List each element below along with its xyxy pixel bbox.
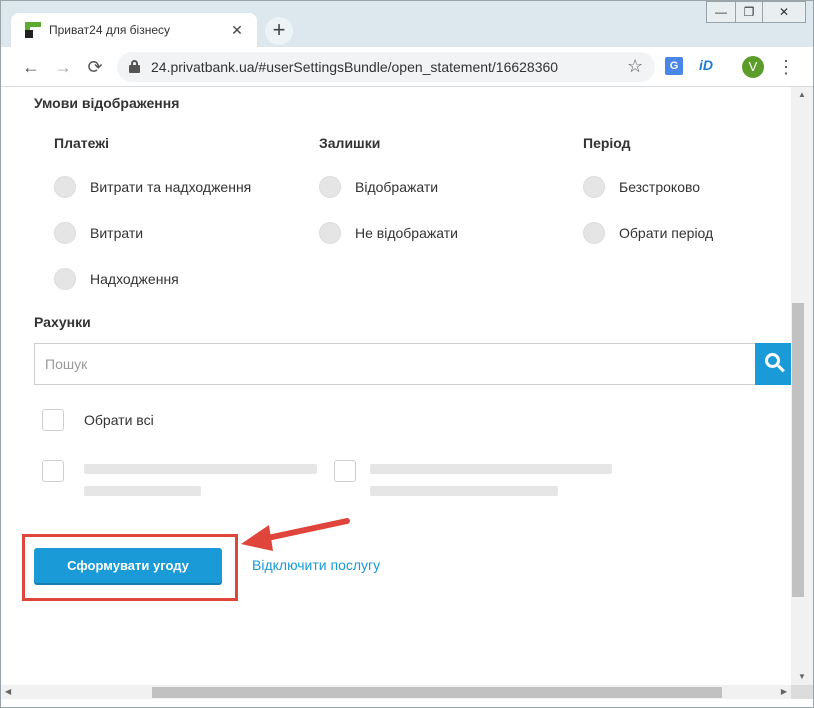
radio-income[interactable]: [54, 268, 76, 290]
browser-tab[interactable]: Приват24 для бізнесу ✕: [11, 13, 257, 47]
translate-extension-icon[interactable]: G: [665, 57, 683, 75]
radio-label-show-balances[interactable]: Відображати: [355, 179, 438, 195]
tab-strip: Приват24 для бізнесу ✕ + — ❐ ✕: [1, 1, 813, 47]
select-all-label[interactable]: Обрати всі: [84, 412, 154, 428]
radio-label-choose-period[interactable]: Обрати період: [619, 225, 713, 241]
payments-column-title: Платежі: [54, 135, 110, 151]
account-checkbox-1[interactable]: [42, 460, 64, 482]
vertical-scrollbar[interactable]: ▲ ▼: [791, 87, 813, 685]
scroll-down-arrow-icon[interactable]: ▼: [791, 669, 813, 685]
create-agreement-button[interactable]: Сформувати угоду: [34, 548, 222, 583]
radio-expenses[interactable]: [54, 222, 76, 244]
radio-show-balances[interactable]: [319, 176, 341, 198]
disable-service-link[interactable]: Відключити послугу: [252, 557, 380, 573]
select-all-checkbox[interactable]: [42, 409, 64, 431]
radio-hide-balances[interactable]: [319, 222, 341, 244]
radio-label-hide-balances[interactable]: Не відображати: [355, 225, 458, 241]
profile-avatar[interactable]: V: [742, 56, 764, 78]
lock-icon: [129, 60, 140, 73]
balances-column-title: Залишки: [319, 135, 381, 151]
scroll-up-arrow-icon[interactable]: ▲: [791, 87, 813, 103]
tab-title: Приват24 для бізнесу: [49, 23, 171, 37]
horizontal-scroll-thumb[interactable]: [152, 687, 722, 698]
annotation-arrow-icon: [241, 518, 350, 551]
radio-unlimited-period[interactable]: [583, 176, 605, 198]
reload-icon[interactable]: ⟳: [83, 55, 107, 79]
window-minimize-button[interactable]: —: [706, 1, 736, 23]
horizontal-scrollbar[interactable]: ◀ ▶: [1, 685, 791, 699]
radio-label-income-and-expenses[interactable]: Витрати та надходження: [90, 179, 251, 195]
account-checkbox-2[interactable]: [334, 460, 356, 482]
tab-close-icon[interactable]: ✕: [229, 22, 245, 38]
url-text[interactable]: 24.privatbank.ua/#userSettingsBundle/ope…: [151, 59, 558, 75]
period-column-title: Період: [583, 135, 631, 151]
bookmark-star-icon[interactable]: ☆: [627, 56, 643, 77]
radio-choose-period[interactable]: [583, 222, 605, 244]
account-search-input[interactable]: [35, 344, 755, 384]
address-bar[interactable]: 24.privatbank.ua/#userSettingsBundle/ope…: [117, 52, 655, 82]
scrollbar-corner: [791, 685, 813, 699]
privat24-favicon-icon: [25, 22, 41, 38]
window-close-button[interactable]: ✕: [762, 1, 806, 23]
back-arrow-icon[interactable]: ←: [19, 55, 43, 79]
account-search: [34, 343, 791, 385]
search-button[interactable]: [755, 343, 791, 385]
radio-label-income[interactable]: Надходження: [90, 271, 179, 287]
radio-label-expenses[interactable]: Витрати: [90, 225, 143, 241]
radio-income-and-expenses[interactable]: [54, 176, 76, 198]
vertical-scroll-thumb[interactable]: [792, 303, 804, 597]
radio-label-unlimited-period[interactable]: Безстроково: [619, 179, 700, 195]
id-extension-icon[interactable]: iD: [699, 57, 713, 73]
new-tab-button[interactable]: +: [265, 17, 293, 45]
browser-menu-icon[interactable]: ⋮: [777, 56, 795, 78]
page-viewport: Умови відображення Платежі Витрати та на…: [1, 87, 791, 685]
browser-toolbar: ← → ⟳ 24.privatbank.ua/#userSettingsBund…: [1, 47, 813, 87]
forward-arrow-icon[interactable]: →: [51, 55, 75, 79]
window-maximize-button[interactable]: ❐: [735, 1, 763, 23]
browser-window: Приват24 для бізнесу ✕ + — ❐ ✕ ← → ⟳ 24.…: [0, 0, 814, 708]
scroll-right-arrow-icon[interactable]: ▶: [781, 685, 787, 699]
scroll-left-arrow-icon[interactable]: ◀: [5, 685, 11, 699]
display-conditions-title: Умови відображення: [34, 95, 180, 111]
accounts-title: Рахунки: [34, 314, 91, 330]
